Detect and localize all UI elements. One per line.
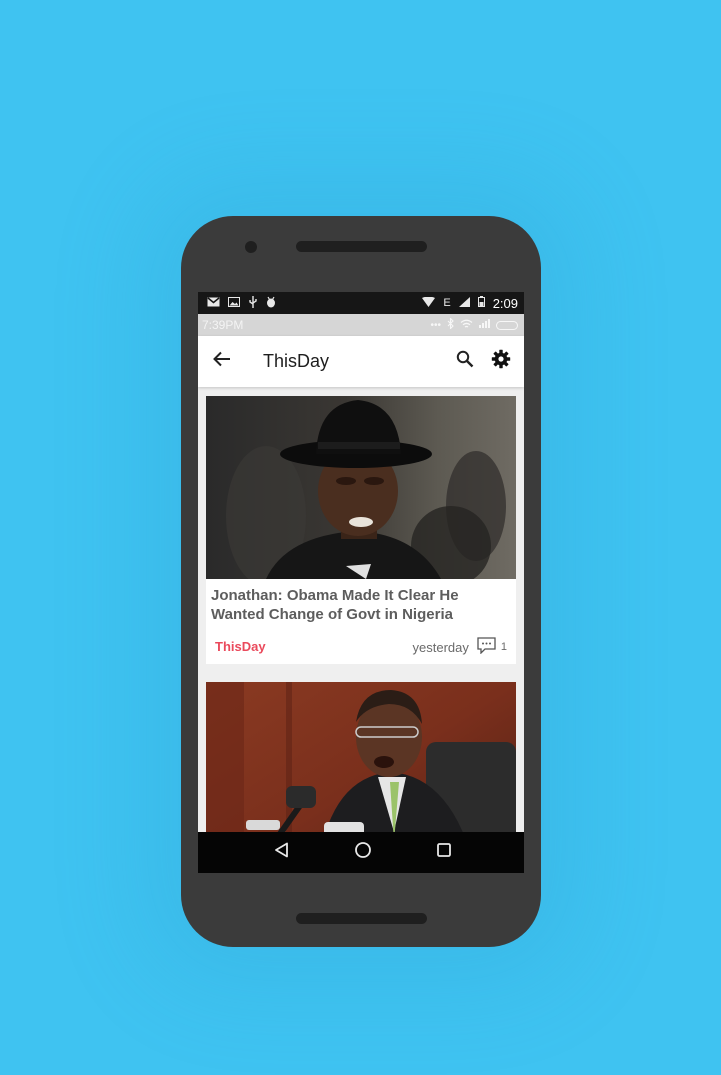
app-toolbar: ThisDay xyxy=(198,336,524,387)
article-source[interactable]: ThisDay xyxy=(215,639,266,654)
front-camera xyxy=(245,241,257,253)
battery-outline-icon xyxy=(496,320,518,330)
article-image[interactable] xyxy=(206,396,516,579)
settings-icon xyxy=(491,349,511,374)
android-debug-icon xyxy=(266,296,276,311)
signal-bars-icon xyxy=(479,319,490,331)
nav-home-button[interactable] xyxy=(343,833,383,873)
gmail-icon xyxy=(207,296,220,310)
gallery-icon xyxy=(228,296,240,310)
wifi-icon xyxy=(422,296,436,310)
comment-count: 1 xyxy=(500,641,507,653)
comment-icon xyxy=(477,637,496,657)
article-card[interactable]: Jonathan: Obama Made It Clear He Wanted … xyxy=(206,396,516,664)
search-button[interactable] xyxy=(448,336,482,387)
secondary-status-bar: 7:39PM ••• xyxy=(198,314,524,336)
system-nav-bar xyxy=(198,832,524,873)
article-headline[interactable]: Jonathan: Obama Made It Clear He Wanted … xyxy=(211,586,511,624)
nav-recents-button[interactable] xyxy=(424,833,464,873)
earpiece-speaker xyxy=(296,241,427,252)
status-time: 2:09 xyxy=(492,295,518,311)
recents-square-icon xyxy=(436,842,452,863)
back-button[interactable] xyxy=(198,336,246,387)
back-triangle-icon xyxy=(274,842,290,863)
status-bar: E 2:09 xyxy=(198,292,524,314)
settings-button[interactable] xyxy=(484,336,518,387)
usb-icon xyxy=(248,295,258,311)
nav-back-button[interactable] xyxy=(262,833,302,873)
bottom-speaker xyxy=(296,913,427,924)
search-icon xyxy=(456,350,474,373)
bluetooth-icon xyxy=(447,317,454,332)
article-meta: yesterday 1 xyxy=(412,637,507,657)
comment-button[interactable]: 1 xyxy=(477,637,507,657)
home-circle-icon xyxy=(354,841,372,864)
article-time: yesterday xyxy=(412,639,469,655)
signal-icon xyxy=(458,296,470,310)
wifi-outline-icon xyxy=(460,319,473,332)
phone-screen: E 2:09 7:39PM ••• ThisDay Jonathan: Obam… xyxy=(198,292,524,873)
phone-frame: E 2:09 7:39PM ••• ThisDay Jonathan: Obam… xyxy=(181,216,541,947)
network-type-label: E xyxy=(443,296,451,309)
dots-icon: ••• xyxy=(430,319,441,331)
secondary-time: 7:39PM xyxy=(202,318,244,332)
battery-icon xyxy=(477,296,485,310)
page-title: ThisDay xyxy=(263,351,330,371)
arrow-back-icon xyxy=(213,351,231,372)
